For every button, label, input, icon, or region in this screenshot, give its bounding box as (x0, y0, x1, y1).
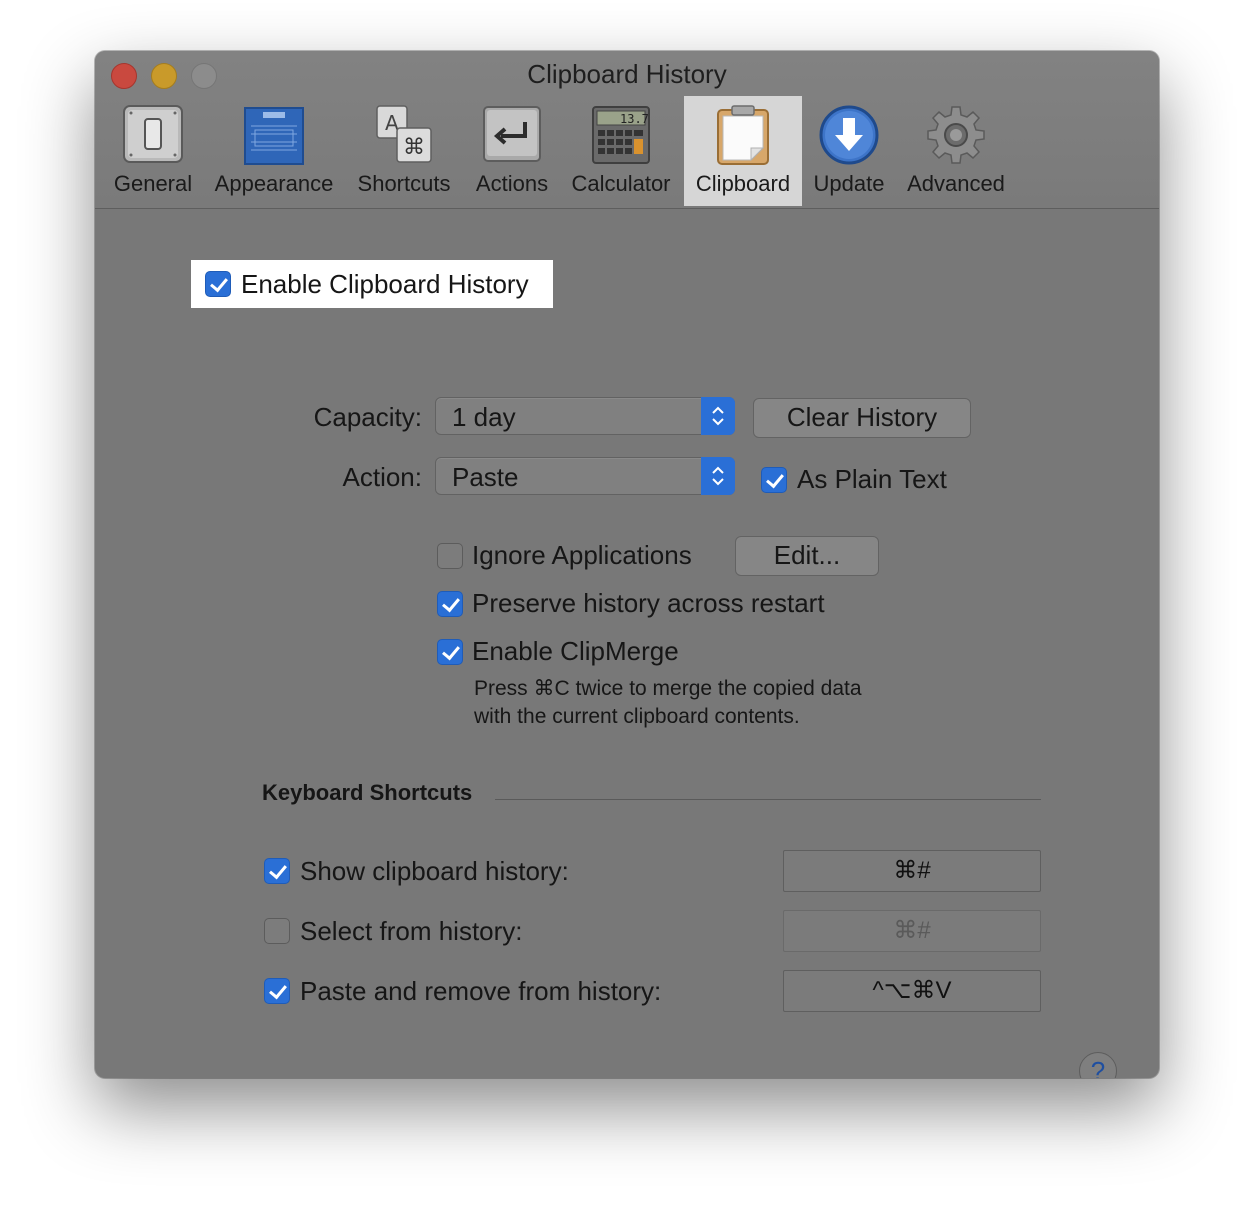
as-plain-text-checkbox[interactable] (761, 467, 787, 493)
enable-clipmerge-label: Enable ClipMerge (472, 636, 679, 666)
tab-general[interactable]: General (108, 96, 198, 206)
preserve-history-label: Preserve history across restart (472, 588, 825, 618)
ignore-applications-label: Ignore Applications (472, 540, 692, 570)
edit-ignore-list-button[interactable]: Edit... (735, 536, 879, 576)
tab-calculator-label: Calculator (571, 171, 671, 196)
enable-clipboard-history-row[interactable]: Enable Clipboard History (191, 260, 553, 308)
gear-icon (927, 106, 985, 164)
paste-and-remove-label: Paste and remove from history: (300, 976, 662, 1006)
tab-shortcuts[interactable]: A ⌘ Shortcuts (349, 96, 459, 206)
select-from-history-label: Select from history: (300, 916, 523, 946)
capacity-stepper-icon (701, 397, 735, 435)
enable-clipboard-history-label: Enable Clipboard History (241, 269, 529, 299)
svg-text:13.7: 13.7 (620, 112, 649, 126)
capacity-label: Capacity: (313, 402, 422, 432)
clipmerge-description-line-1: Press ⌘C twice to merge the copied data (474, 677, 862, 700)
tab-clipboard-label: Clipboard (695, 171, 791, 196)
clipboard-icon (717, 105, 769, 165)
clipmerge-description-line-2: with the current clipboard contents. (474, 705, 800, 728)
select-from-history-checkbox[interactable] (264, 918, 290, 944)
help-button[interactable]: ? (1079, 1052, 1117, 1078)
action-popup[interactable]: Paste (435, 457, 735, 495)
action-label: Action: (342, 462, 423, 492)
capacity-value: 1 day (452, 402, 516, 432)
action-value: Paste (452, 462, 519, 492)
clear-history-button[interactable]: Clear History (753, 398, 971, 438)
tab-appearance-label: Appearance (214, 171, 334, 196)
enable-clipboard-history-checkbox[interactable] (205, 271, 231, 297)
tab-clipboard[interactable]: Clipboard (684, 96, 802, 206)
as-plain-text-label: As Plain Text (797, 464, 947, 494)
calculator-icon: 13.7 (592, 106, 650, 164)
show-history-checkbox[interactable] (264, 858, 290, 884)
download-arrow-icon (819, 105, 879, 165)
enable-clipmerge-checkbox[interactable] (437, 639, 463, 665)
tab-general-label: General (113, 171, 193, 196)
preserve-history-checkbox[interactable] (437, 591, 463, 617)
select-from-history-shortcut-field[interactable]: ⌘# (783, 910, 1041, 952)
tab-appearance[interactable]: Appearance (208, 96, 340, 206)
blueprint-icon (244, 107, 304, 165)
tab-actions[interactable]: Actions (467, 96, 557, 206)
tab-shortcuts-label: Shortcuts (357, 171, 451, 196)
tab-update[interactable]: Update (807, 96, 891, 206)
show-history-label: Show clipboard history: (300, 856, 569, 886)
paste-and-remove-checkbox[interactable] (264, 978, 290, 1004)
return-arrow-icon (483, 106, 541, 162)
svg-text:⌘: ⌘ (403, 135, 425, 160)
keyboard-shortcuts-heading: Keyboard Shortcuts (262, 780, 473, 805)
tab-advanced[interactable]: Advanced (901, 96, 1011, 206)
tab-actions-label: Actions (475, 171, 549, 196)
section-divider (495, 799, 1041, 800)
action-stepper-icon (701, 457, 735, 495)
tab-advanced-label: Advanced (907, 171, 1005, 196)
show-history-shortcut-field[interactable]: ⌘# (783, 850, 1041, 892)
preferences-window: Clipboard History General Appearance A ⌘… (95, 51, 1159, 1078)
clipboard-pane: Enable Clipboard History Capacity: 1 day… (95, 209, 1159, 1078)
paste-and-remove-shortcut-field[interactable]: ^⌥⌘V (783, 970, 1041, 1012)
ignore-applications-checkbox[interactable] (437, 543, 463, 569)
keyboard-shortcut-icon: A ⌘ (376, 105, 432, 163)
tab-calculator[interactable]: 13.7 Calculator (565, 96, 677, 206)
title-bar: Clipboard History General Appearance A ⌘… (95, 51, 1159, 209)
switch-icon (123, 105, 183, 163)
capacity-popup[interactable]: 1 day (435, 397, 735, 435)
window-title: Clipboard History (527, 59, 727, 89)
tab-update-label: Update (813, 171, 885, 196)
